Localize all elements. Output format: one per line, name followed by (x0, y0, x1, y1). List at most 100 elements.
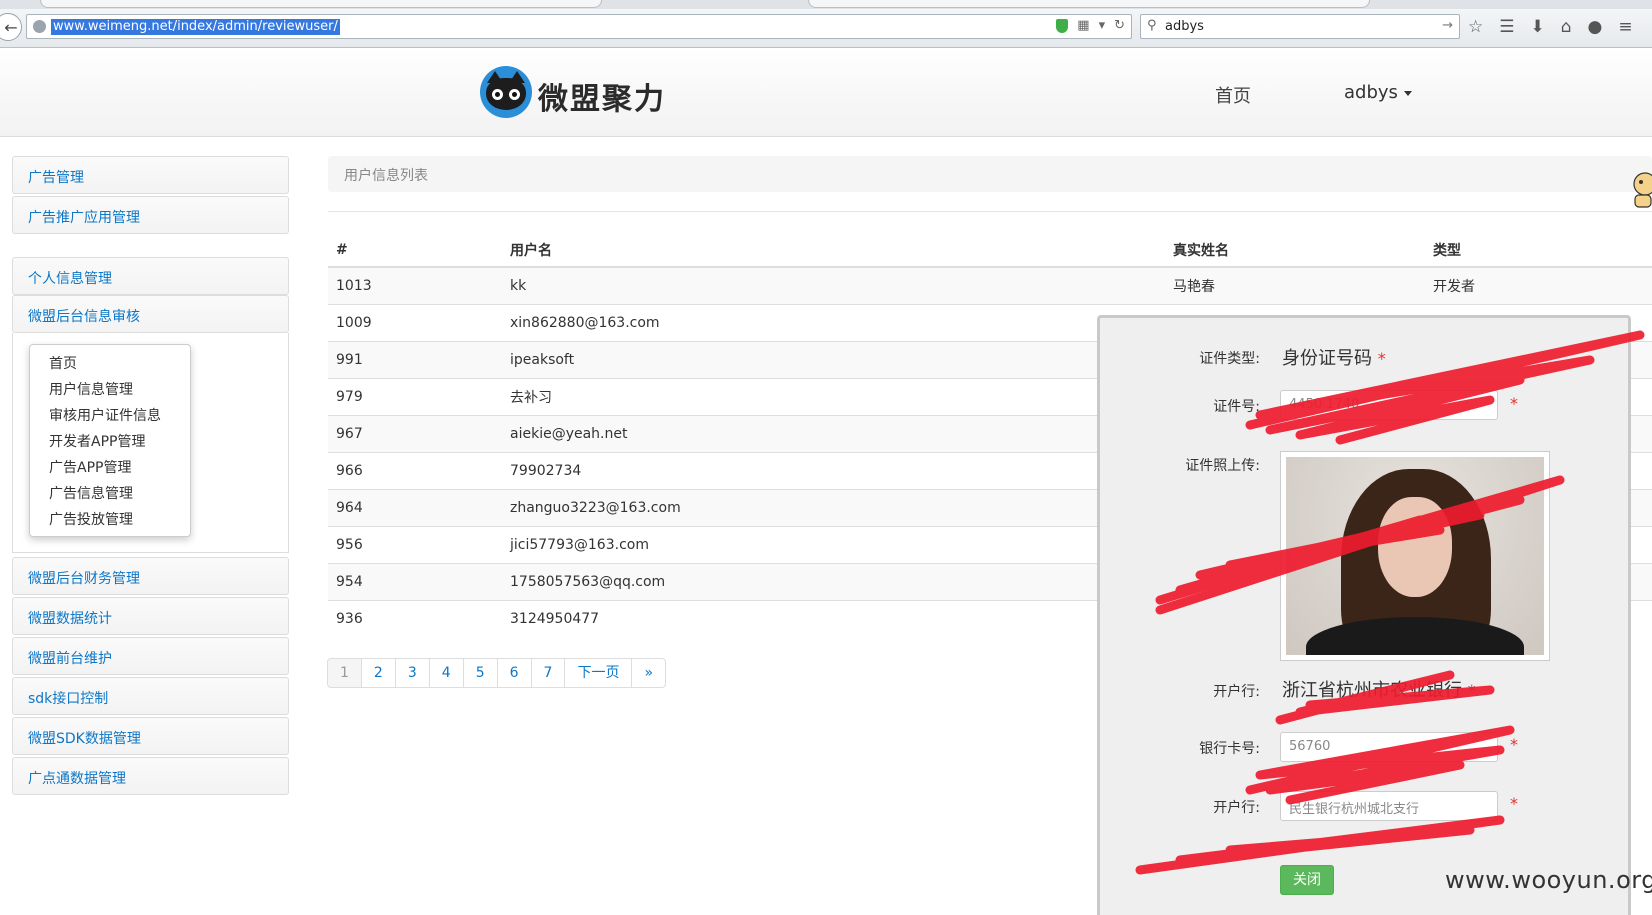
page-6[interactable]: 6 (496, 658, 532, 688)
cell-username: xin862880@163.com (502, 304, 1165, 342)
bookmark-star-icon[interactable]: ☆ (1468, 17, 1483, 37)
site-header: 微盟聚力 首页 adbys (0, 48, 1652, 137)
branch-label: 开户行: (1213, 800, 1260, 816)
menu-item-ad-info[interactable]: 广告信息管理 (30, 481, 190, 507)
nav-user-label: adbys (1344, 82, 1398, 103)
menu-item-dev-app[interactable]: 开发者APP管理 (30, 429, 190, 455)
sidebar-item-gdt-data[interactable]: 广点通数据管理 (12, 757, 289, 795)
browser-tab[interactable] (40, 0, 602, 8)
cert-review-modal: 证件类型: 身份证号码 * 证件号: 4450 1740 * 证件照上传: 开户… (1097, 315, 1631, 915)
sidebar-item-backend-review[interactable]: 微盟后台信息审核 (12, 295, 289, 333)
cert-photo-label: 证件照上传: (1185, 458, 1260, 474)
pagination: 1 2 3 4 5 6 7 下一页 » (327, 658, 667, 688)
bank-text: 浙江省杭州市农业银行 (1282, 680, 1462, 701)
cell-username: jici57793@163.com (502, 526, 1165, 564)
required-mark: * (1510, 394, 1518, 413)
cert-photo-frame[interactable] (1280, 451, 1550, 661)
sidebar-item-stats[interactable]: 微盟数据统计 (12, 597, 289, 635)
required-mark: * (1467, 681, 1476, 700)
sidebar-item-frontend[interactable]: 微盟前台维护 (12, 637, 289, 675)
search-text[interactable]: adbys (1165, 19, 1204, 34)
cat-logo-icon[interactable] (480, 66, 532, 118)
go-arrow-icon[interactable]: → (1442, 18, 1453, 33)
nav-home-link[interactable]: 首页 (1215, 82, 1251, 108)
sidebar-item-sdk-data[interactable]: 微盟SDK数据管理 (12, 717, 289, 755)
reload-icon[interactable]: ↻ (1114, 18, 1125, 33)
page-4[interactable]: 4 (428, 658, 464, 688)
nav-user-dropdown[interactable]: adbys (1344, 82, 1412, 103)
url-text[interactable]: www.weimeng.net/index/admin/reviewuser/ (51, 19, 340, 35)
menu-item-review-cert[interactable]: 审核用户证件信息 (30, 403, 190, 429)
card-number-input[interactable]: 56760 (1280, 732, 1498, 762)
chat-icon[interactable]: ● (1588, 17, 1603, 37)
browser-tab[interactable] (808, 0, 1370, 8)
breadcrumb: 用户信息列表 (328, 156, 1652, 192)
card-label: 银行卡号: (1199, 741, 1260, 757)
menu-item-user-info[interactable]: 用户信息管理 (30, 377, 190, 403)
required-mark: * (1510, 735, 1518, 754)
watermark-text: www.wooyun.org (1445, 866, 1652, 894)
page-last[interactable]: » (631, 658, 667, 688)
cert-no-input[interactable]: 4450 1740 (1280, 390, 1498, 420)
search-icon: ⚲ (1147, 18, 1157, 33)
review-dropdown-menu: 首页 用户信息管理 审核用户证件信息 开发者APP管理 广告APP管理 广告信息… (29, 344, 191, 537)
caret-down-icon (1403, 90, 1412, 96)
col-header-id: # (328, 233, 502, 268)
bank-label: 开户行: (1213, 684, 1260, 700)
cell-username: aiekie@yeah.net (502, 415, 1165, 453)
menu-item-home[interactable]: 首页 (30, 351, 190, 377)
page-5[interactable]: 5 (462, 658, 498, 688)
branch-input[interactable]: 民生银行杭州城北支行 (1280, 791, 1498, 821)
cert-photo (1286, 457, 1544, 655)
cell-id: 964 (328, 489, 502, 527)
home-icon[interactable]: ⌂ (1561, 17, 1572, 37)
table-row[interactable]: 1013 kk 马艳春 开发者 (328, 266, 1652, 305)
cell-id: 954 (328, 563, 502, 601)
logo-text[interactable]: 微盟聚力 (538, 74, 666, 118)
download-icon[interactable]: ⬇ (1531, 17, 1545, 37)
sidebar-item-personal-info[interactable]: 个人信息管理 (12, 257, 289, 295)
page-1[interactable]: 1 (327, 658, 362, 688)
required-mark: * (1510, 794, 1518, 813)
close-button[interactable]: 关闭 (1280, 865, 1334, 895)
cert-type-text: 身份证号码 (1282, 348, 1372, 369)
sidebar-item-ad-management[interactable]: 广告管理 (12, 156, 289, 194)
sidebar-submenu-panel: 首页 用户信息管理 审核用户证件信息 开发者APP管理 广告APP管理 广告信息… (12, 333, 289, 553)
cell-username: kk (502, 266, 1165, 305)
table-header-row: # 用户名 真实姓名 类型 (328, 233, 1652, 268)
sidebar-item-ad-promo-app[interactable]: 广告推广应用管理 (12, 196, 289, 234)
cell-id: 991 (328, 341, 502, 379)
address-bar[interactable]: www.weimeng.net/index/admin/reviewuser/ … (26, 14, 1132, 39)
page-3[interactable]: 3 (394, 658, 430, 688)
shield-icon[interactable] (1056, 19, 1069, 33)
browser-toolbar: ← www.weimeng.net/index/admin/reviewuser… (0, 9, 1652, 48)
menu-icon[interactable]: ≡ (1618, 17, 1632, 37)
col-header-type: 类型 (1425, 233, 1652, 268)
back-button[interactable]: ← (0, 13, 22, 41)
cert-type-value: 身份证号码 * (1282, 344, 1386, 370)
arrow-left-icon: ← (4, 17, 18, 37)
menu-item-ad-delivery[interactable]: 广告投放管理 (30, 507, 190, 533)
page-7[interactable]: 7 (530, 658, 566, 688)
reading-list-icon[interactable]: ☰ (1499, 17, 1514, 37)
sidebar-item-finance[interactable]: 微盟后台财务管理 (12, 557, 289, 595)
cert-no-label: 证件号: (1213, 399, 1260, 415)
cell-username: zhanguo3223@163.com (502, 489, 1165, 527)
col-header-realname: 真实姓名 (1165, 233, 1425, 268)
cell-id: 979 (328, 378, 502, 416)
sidebar-item-sdk-api[interactable]: sdk接口控制 (12, 677, 289, 715)
search-bar[interactable]: ⚲ adbys → (1140, 14, 1460, 39)
cell-id: 967 (328, 415, 502, 453)
cell-username: 3124950477 (502, 600, 1165, 637)
qr-code-icon[interactable]: ▦ (1077, 18, 1089, 33)
col-header-username: 用户名 (502, 233, 1165, 268)
required-mark: * (1377, 349, 1386, 368)
page-next[interactable]: 下一页 (564, 658, 633, 688)
mascot-icon[interactable] (1631, 168, 1652, 208)
page-2[interactable]: 2 (360, 658, 396, 688)
menu-item-ad-app[interactable]: 广告APP管理 (30, 455, 190, 481)
cell-id: 966 (328, 452, 502, 490)
dropdown-arrow-icon[interactable]: ▾ (1099, 18, 1106, 33)
cell-username: 去补习 (502, 378, 1165, 416)
divider (328, 211, 1652, 212)
